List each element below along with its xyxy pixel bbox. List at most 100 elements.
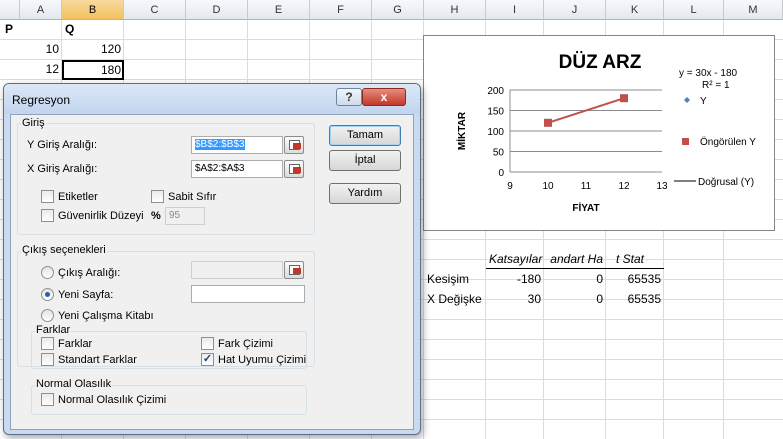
constant-zero-checkbox[interactable] [151, 190, 164, 203]
normal-probability-label: Normal Olasılık [35, 378, 113, 390]
column-header-h[interactable]: H [424, 0, 486, 20]
y-range-input[interactable]: $B$2:$B$3 [191, 136, 283, 154]
chart-ticks: 0 50 100 150 200 9 10 11 12 13 [487, 86, 668, 192]
column-header-a[interactable]: A [20, 0, 62, 20]
output-header-std-error[interactable]: andart Ha [544, 250, 606, 269]
dialog-title: Regresyon [12, 93, 71, 107]
trendline-r-squared: R² = 1 [702, 80, 730, 91]
output-cell[interactable]: 65535 [606, 270, 664, 289]
confidence-percent-sign: % [151, 210, 161, 222]
cell-a1[interactable]: P [2, 20, 42, 39]
legend-marker-predicted [682, 138, 689, 145]
x-tick-label: 9 [507, 181, 513, 192]
column-header-j[interactable]: J [544, 0, 606, 20]
y-range-label: Y Giriş Aralığı: [27, 139, 98, 151]
output-range-collapse-icon[interactable] [284, 261, 304, 279]
std-residuals-label[interactable]: Standart Farklar [58, 354, 137, 366]
output-row-label[interactable]: X Değişke [424, 290, 486, 309]
constant-zero-label[interactable]: Sabit Sıfır [168, 191, 216, 203]
regression-dialog[interactable]: Regresyon ? x Giriş Y Giriş Aralığı: $B$… [3, 83, 421, 435]
y-tick-label: 150 [487, 107, 504, 118]
column-header-l[interactable]: L [664, 0, 724, 20]
output-cell[interactable]: 0 [544, 270, 606, 289]
close-icon[interactable]: x [362, 88, 406, 106]
y-range-collapse-icon[interactable] [284, 136, 304, 154]
std-residuals-checkbox[interactable] [41, 353, 54, 366]
help-icon[interactable]: ? [336, 88, 362, 106]
output-row-label[interactable]: Kesişim [424, 270, 486, 289]
column-header-b[interactable]: B [62, 0, 124, 20]
confidence-level-input[interactable]: 95 [165, 207, 205, 225]
ok-button[interactable]: Tamam [329, 125, 401, 146]
x-range-input[interactable]: $A$2:$A$3 [191, 160, 283, 178]
output-range-input[interactable] [191, 261, 283, 279]
labels-checkbox[interactable] [41, 190, 54, 203]
column-header-d[interactable]: D [186, 0, 248, 20]
output-header-t-stat[interactable]: t Stat [606, 250, 664, 269]
row-header-corner[interactable] [0, 0, 20, 20]
y-tick-label: 200 [487, 86, 504, 97]
cell-b1[interactable]: Q [62, 20, 122, 39]
legend-marker-y [684, 97, 690, 103]
output-cell[interactable]: -180 [486, 270, 544, 289]
confidence-label[interactable]: Güvenirlik Düzeyi [58, 210, 144, 222]
legend-label-predicted: Öngörülen Y [700, 136, 756, 148]
column-header-f[interactable]: F [310, 0, 372, 20]
output-range-radio[interactable] [41, 266, 54, 279]
output-header-coefficients[interactable]: Katsayılar [486, 250, 544, 269]
cell-a2[interactable]: 10 [20, 40, 62, 59]
new-workbook-radio[interactable] [41, 309, 54, 322]
legend-label-y: Y [700, 96, 707, 107]
cell-a3[interactable]: 12 [20, 60, 62, 79]
residual-plots-checkbox[interactable] [201, 337, 214, 350]
chart-title: DÜZ ARZ [559, 52, 642, 73]
residual-plots-label[interactable]: Fark Çizimi [218, 338, 273, 350]
dialog-titlebar[interactable]: Regresyon ? x [4, 84, 420, 114]
y-tick-label: 50 [493, 148, 505, 159]
column-header-m[interactable]: M [724, 0, 783, 20]
x-tick-label: 12 [618, 181, 630, 192]
line-fit-plots-label[interactable]: Hat Uyumu Çizimi [218, 354, 306, 366]
x-range-label: X Giriş Aralığı: [27, 163, 98, 175]
output-cell[interactable]: 0 [544, 290, 606, 309]
new-sheet-label[interactable]: Yeni Sayfa: [58, 289, 113, 301]
scatter-chart[interactable]: DÜZ ARZ y = 30x - 180 R² = 1 0 50 100 150 20… [423, 35, 775, 231]
residuals-checkbox[interactable] [41, 337, 54, 350]
normal-plots-label[interactable]: Normal Olasılık Çizimi [58, 394, 166, 406]
column-header-i[interactable]: I [486, 0, 544, 20]
chart-svg: DÜZ ARZ y = 30x - 180 R² = 1 0 50 100 150 20… [455, 52, 756, 214]
output-header-rule [486, 268, 664, 269]
normal-plots-checkbox[interactable] [41, 393, 54, 406]
x-tick-label: 11 [581, 181, 592, 192]
new-sheet-input[interactable] [191, 285, 305, 303]
column-header-e[interactable]: E [248, 0, 310, 20]
column-header-g[interactable]: G [372, 0, 424, 20]
input-group-label: Giriş [21, 117, 46, 129]
y-tick-label: 100 [487, 127, 504, 138]
x-tick-label: 10 [542, 181, 554, 192]
output-options-label: Çıkış seçenekleri [21, 244, 107, 256]
cancel-button[interactable]: İptal [329, 150, 401, 171]
help-button[interactable]: Yardım [329, 183, 401, 204]
x-range-collapse-icon[interactable] [284, 160, 304, 178]
line-fit-plots-checkbox[interactable]: ✓ [201, 353, 214, 366]
chart-gridlines [509, 89, 662, 173]
output-cell[interactable]: 65535 [606, 290, 664, 309]
output-cell[interactable]: 30 [486, 290, 544, 309]
column-header-k[interactable]: K [606, 0, 664, 20]
trendline-equation: y = 30x - 180 [679, 68, 738, 79]
x-tick-label: 13 [656, 181, 668, 192]
cell-b3-selected[interactable]: 180 [62, 60, 124, 80]
y-tick-label: 0 [498, 168, 504, 179]
residuals-group-label: Farklar [35, 324, 72, 336]
column-header-c[interactable]: C [124, 0, 186, 20]
residuals-label[interactable]: Farklar [58, 338, 92, 350]
y-range-value: $B$2:$B$3 [195, 139, 245, 150]
confidence-checkbox[interactable] [41, 209, 54, 222]
output-range-label[interactable]: Çıkış Aralığı: [58, 267, 120, 279]
new-sheet-radio[interactable] [41, 288, 54, 301]
labels-checkbox-label[interactable]: Etiketler [58, 191, 98, 203]
new-workbook-label[interactable]: Yeni Çalışma Kitabı [58, 310, 154, 322]
dialog-body: Giriş Y Giriş Aralığı: $B$2:$B$3 X Giriş… [10, 114, 414, 430]
cell-b2[interactable]: 120 [62, 40, 124, 59]
